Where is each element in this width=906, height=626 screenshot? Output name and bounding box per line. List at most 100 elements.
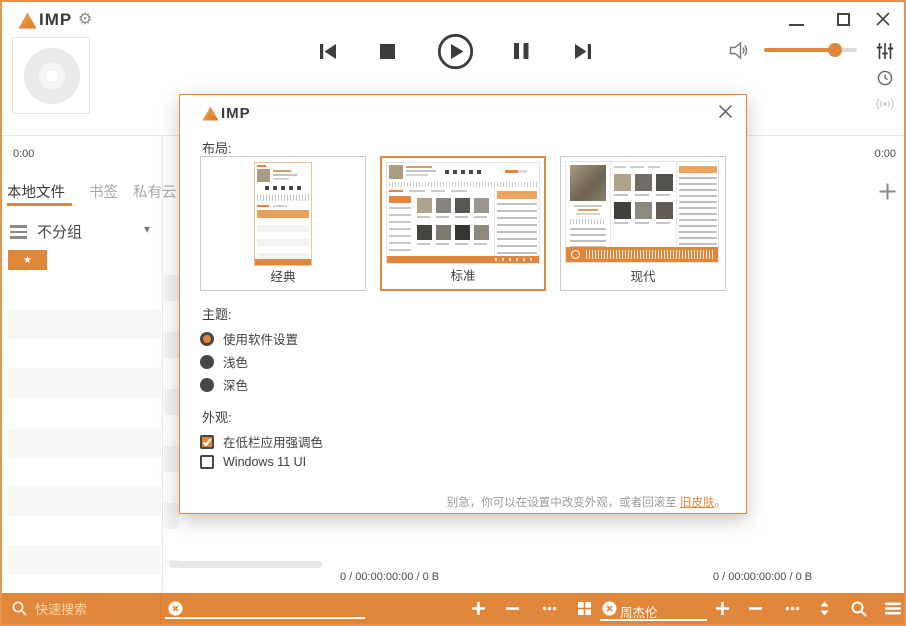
previous-icon [319,43,337,60]
dialog-logo-text: IMP [221,105,251,122]
radio-use-software-settings[interactable]: 使用软件设置 [200,329,298,348]
minimize-icon [789,24,804,26]
hamburger-icon [885,601,901,616]
close-playlist-tab-button[interactable] [602,601,617,621]
dialog-close-button[interactable] [718,104,733,124]
search-icon [851,601,867,617]
pause-button[interactable] [514,43,529,64]
star-icon: ★ [23,255,32,266]
clock-icon [877,70,893,86]
close-button[interactable] [876,12,890,31]
layout-preview-modern [565,161,719,263]
ellipsis-icon [542,601,557,616]
checkbox-checked-icon [200,435,214,449]
playlist-tab-underline [600,619,707,621]
stop-button[interactable] [380,44,395,64]
library-list-rows [7,280,161,594]
layout-option-modern[interactable]: 现代 [560,156,726,291]
layout-preview-classic [254,162,312,266]
theme-section-label: 主题: [202,304,232,323]
radio-selected-icon [200,332,214,346]
aimp-window: IMP ⚙ [0,0,906,626]
circle-x-icon [602,601,617,616]
quick-search-input[interactable]: 快速搜索 [12,593,87,624]
checkbox-icon [200,455,214,469]
add-files-button[interactable] [471,601,486,621]
main-menu-button[interactable] [885,601,901,621]
broadcast-icon [875,96,895,112]
playlist-status-right: 0 / 00:00:00:00 / 0 B [713,571,812,583]
remove-playlist-button[interactable] [748,601,763,621]
tab-private-cloud[interactable]: 私有云 [133,181,177,202]
radio-light-theme[interactable]: 浅色 [200,352,248,371]
previous-track-button[interactable] [319,43,337,65]
play-button[interactable] [437,33,474,75]
sort-playlists-button[interactable] [817,601,832,621]
circle-x-icon [168,601,183,616]
view-mode-button[interactable] [577,601,592,621]
panel-divider [162,136,163,595]
close-icon [718,104,733,119]
remaining-time: 0:00 [875,148,896,160]
layout-option-classic[interactable]: 经典 [200,156,366,291]
dialog-hint: 别急，你可以在设置中改变外观，或者回滚至 旧皮肤。 [447,494,726,510]
playlist-more-button[interactable] [785,601,800,621]
playlist-search-button[interactable] [851,601,867,622]
tab-bookmarks[interactable]: 书签 [89,181,118,202]
bottom-bar-divider [160,593,161,624]
tab-local-files[interactable]: 本地文件 [7,181,65,202]
minus-icon [505,601,520,616]
volume-slider[interactable] [764,48,857,52]
filter-input-underline[interactable] [165,617,365,619]
active-tab-underline [7,203,72,206]
equalizer-icon [876,42,894,60]
radio-icon [200,355,214,369]
up-down-arrows-icon [817,601,832,616]
equalizer-button[interactable] [876,42,894,65]
add-playlist-button[interactable] [715,601,730,621]
horizontal-scrollbar[interactable] [169,561,322,568]
group-by-label[interactable]: 不分组 [37,221,82,242]
settings-gear-icon[interactable]: ⚙ [78,9,92,29]
playlist-status-left: 0 / 00:00:00:00 / 0 B [340,571,439,583]
more-options-button[interactable] [542,601,557,621]
maximize-button[interactable] [837,13,850,26]
layout-option-standard[interactable]: 标准 [380,156,546,291]
plus-icon [471,601,486,616]
app-logo: IMP [18,10,72,30]
layout-label-classic: 经典 [201,266,365,285]
album-art [12,37,90,114]
plus-icon [715,601,730,616]
minus-icon [748,601,763,616]
grid-icon [577,601,592,616]
pause-icon [514,43,529,59]
cd-disc-icon [24,48,80,104]
next-icon [574,43,592,60]
minimize-button[interactable] [788,14,806,28]
search-icon [12,601,27,616]
next-track-button[interactable] [574,43,592,65]
aimp-triangle-icon [18,12,37,29]
speaker-icon [729,41,749,60]
ellipsis-icon [785,601,800,616]
old-skin-link[interactable]: 旧皮肤 [680,497,715,509]
stop-icon [380,44,395,59]
favorites-filter-button[interactable]: ★ [8,250,47,270]
dialog-logo: IMP [202,105,251,122]
radio-dark-theme[interactable]: 深色 [200,375,248,394]
sleep-timer-button[interactable] [877,70,893,91]
background-content-sliver [164,275,179,563]
layout-label-standard: 标准 [382,265,544,284]
group-menu-button[interactable] [10,225,27,239]
volume-button[interactable] [729,41,749,65]
elapsed-time: 0:00 [13,148,34,160]
layout-preview-standard [386,162,540,264]
add-source-button[interactable] [879,183,896,205]
checkbox-accent-bottom-bar[interactable]: 在低栏应用强调色 [200,432,323,451]
play-icon [437,33,474,70]
volume-thumb[interactable] [828,43,842,57]
checkbox-windows11-ui[interactable]: Windows 11 UI [200,455,306,469]
remove-files-button[interactable] [505,601,520,621]
chevron-down-icon[interactable]: ▾ [144,222,150,236]
radio-broadcast-button[interactable] [875,96,895,117]
